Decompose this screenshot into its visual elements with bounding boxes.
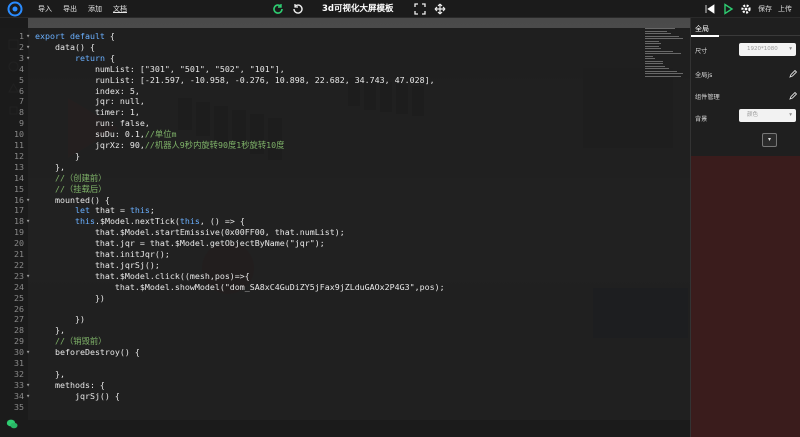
chevron-down-icon: ▾ [789, 46, 792, 52]
menu-export[interactable]: 导出 [61, 0, 86, 18]
chevron-down-icon: ▾ [789, 112, 792, 118]
code-line[interactable]: 35 [0, 401, 690, 413]
panel-body [691, 156, 800, 437]
wechat-icon[interactable] [6, 418, 18, 430]
size-value: 1920*1080 [747, 46, 778, 52]
size-label: 尺寸 [695, 48, 708, 55]
tab-global-label: 全局 [695, 25, 709, 33]
menu-add[interactable]: 添加 [86, 0, 111, 18]
fullscreen-icon[interactable] [414, 3, 426, 15]
refresh-icon[interactable] [272, 3, 284, 15]
app-logo-icon [7, 1, 23, 17]
preview-icon[interactable] [704, 3, 716, 15]
reset-icon[interactable] [292, 3, 304, 15]
save-button[interactable]: 保存 [758, 4, 772, 14]
play-icon[interactable] [722, 3, 734, 15]
editor-minimap[interactable] [645, 28, 685, 108]
background-value: 颜色 [747, 112, 759, 118]
gear-icon[interactable] [740, 3, 752, 15]
code-editor[interactable]: 1 ▾ export default {2 ▾ data() {3 ▾ return {… [0, 28, 690, 420]
move-icon[interactable] [434, 3, 446, 15]
menu-import[interactable]: 导入 [36, 0, 61, 18]
size-select[interactable]: 1920*1080 ▾ [739, 43, 796, 56]
edit-icon[interactable] [789, 70, 797, 78]
menu-docs[interactable]: 文档 [111, 0, 136, 18]
upload-button[interactable]: 上传 [778, 4, 792, 14]
page-title: 3d可视化大屏模板 [322, 4, 394, 14]
tab-global[interactable]: 全局 [691, 22, 800, 37]
edit-icon[interactable] [789, 92, 797, 100]
line-number: 35 [14, 401, 24, 412]
top-toolbar: 导入 导出 添加 文档 3d可视化大屏模板 保存 上传 [0, 0, 800, 18]
background-select[interactable]: 颜色 ▾ [739, 109, 796, 122]
component-manage-label: 组件管理 [695, 94, 720, 101]
bottom-strip [0, 420, 690, 437]
background-label: 背景 [695, 116, 708, 123]
properties-panel: 全局 尺寸 1920*1080 ▾ 全局js 组件管理 背景 颜色 ▾ [690, 18, 800, 437]
main-menu: 导入 导出 添加 文档 [36, 0, 136, 18]
global-js-label: 全局js [695, 72, 713, 79]
expand-button[interactable]: ▾ [762, 133, 777, 147]
tab-underline [691, 35, 719, 37]
